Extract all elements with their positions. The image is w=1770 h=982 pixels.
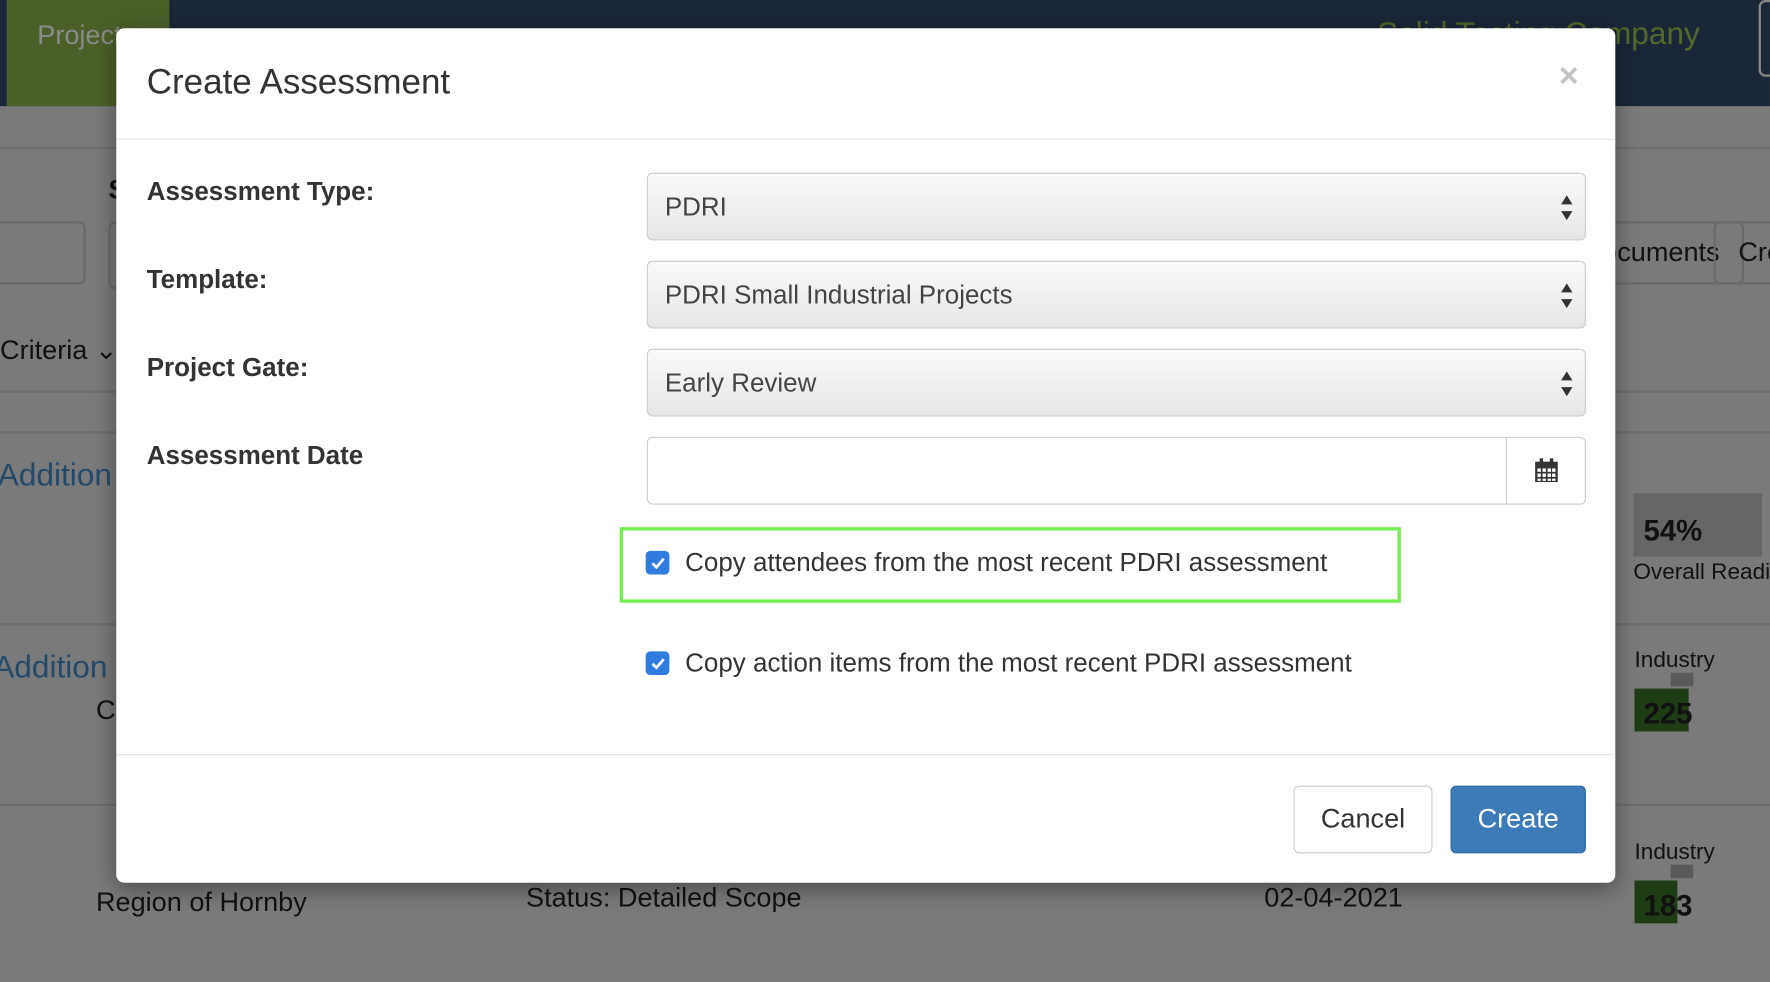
template-label: Template: bbox=[146, 264, 268, 294]
industry-value: 225 bbox=[1643, 696, 1693, 731]
copy-action-items-checkbox-row[interactable]: Copy action items from the most recent P… bbox=[645, 647, 1352, 678]
create-button-bg[interactable]: Create bbox=[1713, 221, 1770, 285]
calendar-button[interactable] bbox=[1505, 437, 1585, 504]
create-button[interactable]: Create bbox=[1450, 785, 1586, 854]
row2-text: C bbox=[95, 695, 116, 726]
check-icon bbox=[650, 557, 665, 569]
filter-select[interactable] bbox=[0, 221, 86, 285]
criteria-label: Criteria bbox=[0, 335, 88, 366]
select-arrows-icon bbox=[1561, 371, 1573, 397]
industry-marker bbox=[1670, 672, 1694, 687]
select-arrows-icon bbox=[1561, 283, 1573, 309]
modal-title: Create Assessment bbox=[146, 62, 451, 102]
copy-attendees-checkbox-row[interactable]: Copy attendees from the most recent PDRI… bbox=[645, 547, 1328, 577]
industry-value: 183 bbox=[1643, 888, 1693, 923]
assessment-type-label: Assessment Type: bbox=[146, 176, 375, 206]
copy-attendees-label: Copy attendees from the most recent PDRI… bbox=[685, 547, 1328, 577]
assessment-date-input[interactable] bbox=[646, 436, 1586, 505]
overall-pct: 54% bbox=[1643, 513, 1703, 548]
template-select[interactable]: PDRI Small Industrial Projects bbox=[646, 260, 1586, 329]
project-link-2[interactable]: Addition bbox=[0, 649, 107, 685]
criteria-dropdown[interactable]: Criteria ⌄ bbox=[0, 334, 118, 367]
create-assessment-modal: Create Assessment × Assessment Type: PDR… bbox=[116, 28, 1616, 883]
project-gate-value: Early Review bbox=[664, 367, 817, 398]
close-icon[interactable]: × bbox=[1559, 58, 1579, 96]
copy-action-items-label: Copy action items from the most recent P… bbox=[685, 647, 1352, 678]
industry-label: Industry bbox=[1634, 647, 1715, 673]
row3-region: Region of Hornby bbox=[95, 887, 307, 918]
copy-attendees-checkbox[interactable] bbox=[645, 550, 670, 575]
cancel-button[interactable]: Cancel bbox=[1293, 785, 1433, 854]
row3-status: Status: Detailed Scope bbox=[526, 882, 802, 914]
overall-label: Overall Readiness bbox=[1633, 559, 1770, 585]
project-link-1[interactable]: Addition bbox=[0, 457, 112, 493]
check-icon bbox=[650, 657, 665, 670]
template-value: PDRI Small Industrial Projects bbox=[664, 279, 1013, 310]
assessment-date-label: Assessment Date bbox=[146, 440, 364, 470]
project-gate-label: Project Gate: bbox=[146, 352, 309, 382]
row3-date: 02-04-2021 bbox=[1264, 882, 1403, 914]
project-gate-select[interactable]: Early Review bbox=[646, 348, 1586, 417]
divider bbox=[116, 138, 1616, 140]
industry-label: Industry bbox=[1634, 839, 1715, 865]
nav-user-button[interactable] bbox=[1758, 0, 1770, 77]
assessment-type-select[interactable]: PDRI bbox=[646, 172, 1586, 241]
chevron-down-icon: ⌄ bbox=[94, 335, 118, 366]
select-arrows-icon bbox=[1561, 195, 1573, 221]
copy-action-items-checkbox[interactable] bbox=[645, 651, 670, 676]
industry-marker bbox=[1670, 864, 1694, 879]
calendar-icon bbox=[1534, 458, 1558, 482]
page: Projects Solid Testing Company S Criteri… bbox=[0, 0, 1770, 982]
divider bbox=[116, 754, 1616, 756]
assessment-type-value: PDRI bbox=[664, 191, 727, 222]
